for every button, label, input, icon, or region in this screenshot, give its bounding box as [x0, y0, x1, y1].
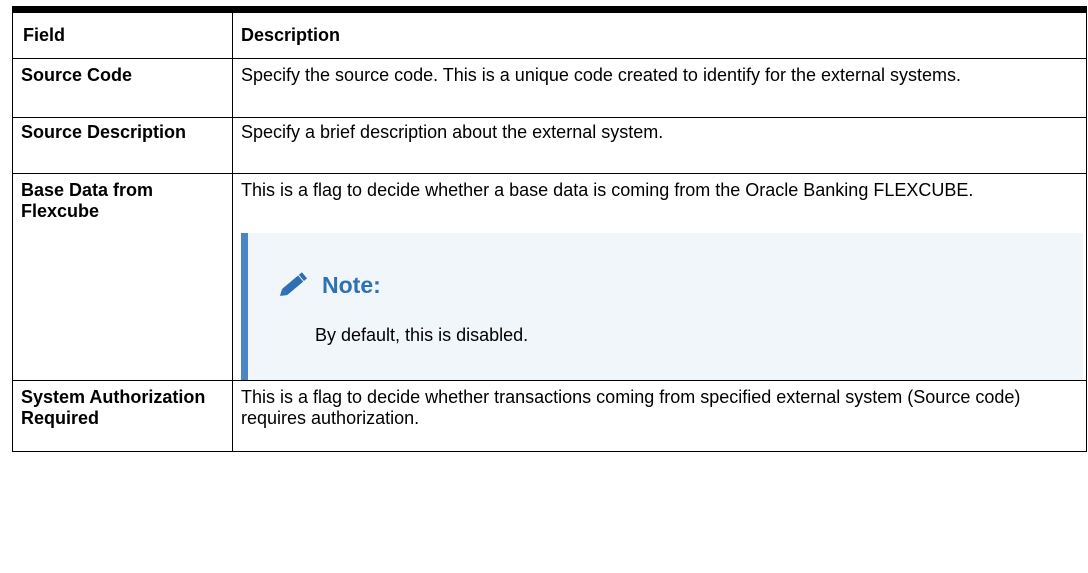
- description-cell: This is a flag to decide whether transac…: [232, 380, 1087, 452]
- note-callout: Note: By default, this is disabled.: [241, 233, 1083, 380]
- description-text: This is a flag to decide whether a base …: [241, 180, 974, 200]
- note-text: By default, this is disabled.: [315, 325, 529, 345]
- description-cell: Specify a brief description about the ex…: [232, 117, 1087, 174]
- description-column-header: Description: [232, 6, 1087, 59]
- table-row: System Authorization Required This is a …: [12, 380, 1087, 452]
- pencil-icon: [276, 272, 310, 298]
- field-name-cell: Source Code: [12, 58, 233, 118]
- description-cell: This is a flag to decide whether a base …: [232, 173, 1087, 381]
- table-row: Source Code Specify the source code. Thi…: [12, 58, 1087, 118]
- field-description-table: Field Description Source Code Specify th…: [12, 6, 1087, 452]
- field-column-header: Field: [12, 6, 233, 59]
- field-name-cell: System Authorization Required: [12, 380, 233, 452]
- note-title: Note:: [322, 272, 381, 298]
- document-page: Field Description Source Code Specify th…: [0, 0, 1088, 573]
- description-cell: Specify the source code. This is a uniqu…: [232, 58, 1087, 118]
- note-header: Note:: [276, 272, 381, 298]
- field-name-cell: Base Data from Flexcube: [12, 173, 233, 381]
- field-name-cell: Source Description: [12, 117, 233, 174]
- table-row: Base Data from Flexcube This is a flag t…: [12, 173, 1087, 381]
- table-row: Source Description Specify a brief descr…: [12, 117, 1087, 174]
- table-header-row: Field Description: [12, 6, 1087, 59]
